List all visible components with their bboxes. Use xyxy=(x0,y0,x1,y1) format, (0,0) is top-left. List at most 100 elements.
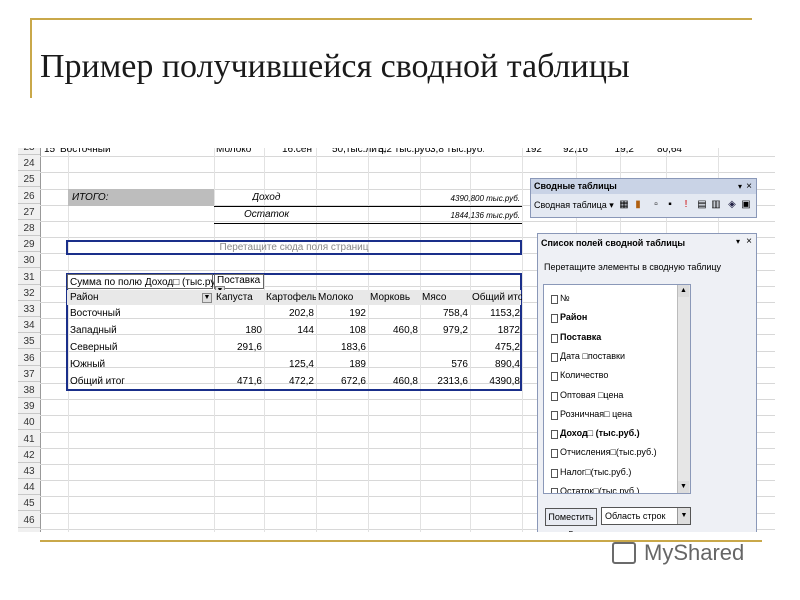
pivot-value-cell[interactable]: 1872 xyxy=(470,323,522,338)
cell-v4[interactable]: 80,64 xyxy=(636,148,684,157)
field-list-scrollbar[interactable]: ▲ ▼ xyxy=(677,285,690,493)
pivot-value-cell[interactable] xyxy=(214,306,264,321)
income-value[interactable]: 4390,800 тыс.руб. xyxy=(410,191,522,206)
pivot-row-label[interactable]: Общий итог xyxy=(68,374,208,389)
pivot-value-cell[interactable]: 144 xyxy=(264,323,316,338)
pivot-value-cell[interactable]: 672,6 xyxy=(316,374,368,389)
pivot-value-cell[interactable]: 472,2 xyxy=(264,374,316,389)
row-number[interactable]: 38 xyxy=(18,383,40,398)
row-number[interactable]: 40 xyxy=(18,415,40,431)
pivot-value-cell[interactable]: 475,2 xyxy=(470,340,522,355)
field-list-item[interactable]: Отчисления□(тыс.руб.) xyxy=(551,447,657,459)
pivot-value-cell[interactable] xyxy=(368,340,420,355)
chevron-down-icon[interactable]: ▼ xyxy=(677,508,690,524)
pivot-value-cell[interactable]: 471,6 xyxy=(214,374,264,389)
pivot-row-label[interactable]: Северный xyxy=(68,340,208,355)
pane-close-icon[interactable]: × xyxy=(746,236,752,247)
field-list-item[interactable]: Оптовая □цена xyxy=(550,390,623,401)
cell-num[interactable]: 15 xyxy=(42,148,56,157)
row-number[interactable]: 27 xyxy=(18,205,40,220)
page-field-drop-zone[interactable]: Перетащите сюда поля страниц xyxy=(66,240,522,255)
chart-wizard-icon[interactable]: ▮ xyxy=(631,198,645,212)
field-list-item[interactable]: Район xyxy=(550,312,587,324)
pivot-value-cell[interactable]: 192 xyxy=(316,306,368,321)
cell-v3[interactable]: 19,2 xyxy=(590,148,636,157)
pivot-value-cell[interactable]: 108 xyxy=(316,323,368,338)
field-list-item[interactable]: Остаток□(тыс.руб.) xyxy=(550,486,639,493)
row-number[interactable]: 32 xyxy=(18,286,40,301)
income-label[interactable]: Доход xyxy=(252,190,302,205)
row-number[interactable]: 46 xyxy=(18,513,40,528)
pivot-column-header[interactable]: Общий итог xyxy=(470,290,522,305)
pivot-value-cell[interactable]: 890,4 xyxy=(470,357,522,372)
scroll-up-icon[interactable]: ▲ xyxy=(678,285,689,297)
field-settings-icon[interactable]: ▤ xyxy=(695,198,709,212)
pivot-value-cell[interactable]: 125,4 xyxy=(264,357,316,372)
pivot-value-cell[interactable]: 4390,8 xyxy=(470,374,522,389)
pivot-value-cell[interactable] xyxy=(214,357,264,372)
pivot-value-cell[interactable]: 202,8 xyxy=(264,306,316,321)
scroll-down-icon[interactable]: ▼ xyxy=(678,481,689,493)
pivot-value-cell[interactable]: 460,8 xyxy=(368,323,420,338)
row-number[interactable]: 33 xyxy=(18,302,40,317)
row-number[interactable]: 26 xyxy=(18,189,40,204)
row-number[interactable]: 35 xyxy=(18,334,40,350)
field-list-item[interactable]: № xyxy=(551,293,570,304)
cell-region[interactable]: Восточный xyxy=(58,148,138,157)
row-number[interactable]: 44 xyxy=(18,480,40,496)
row-number[interactable]: 43 xyxy=(18,464,40,479)
row-number[interactable]: 31 xyxy=(18,270,40,285)
pivot-column-header[interactable]: Мясо xyxy=(420,290,470,305)
cell-price1[interactable]: 3,2 тыс.руб. xyxy=(376,148,432,157)
format-report-icon[interactable]: ▦ xyxy=(617,198,631,212)
row-field-dropdown-icon[interactable]: ▼ xyxy=(202,293,212,303)
pane-options-icon[interactable]: ▾ xyxy=(736,237,740,246)
hide-detail-icon[interactable]: ▫ xyxy=(649,198,663,212)
field-list-icon[interactable]: ▣ xyxy=(739,198,753,212)
place-to-button[interactable]: Поместить в xyxy=(545,508,597,532)
area-select[interactable]: Область строк ▼ xyxy=(601,507,691,525)
pivot-row-label[interactable]: Западный xyxy=(68,323,208,338)
pivot-value-cell[interactable] xyxy=(368,357,420,372)
pivot-value-cell[interactable]: 189 xyxy=(316,357,368,372)
row-number[interactable]: 29 xyxy=(18,237,40,253)
row-number[interactable]: 41 xyxy=(18,432,40,447)
pivot-column-header[interactable]: Картофель xyxy=(264,290,316,305)
cell-product[interactable]: Молоко xyxy=(214,148,274,157)
pivot-value-cell[interactable]: 2313,6 xyxy=(420,374,470,389)
show-fields-icon[interactable]: ▥ xyxy=(709,198,723,212)
pivot-table-menu[interactable]: Сводная таблица ▾ xyxy=(534,198,614,212)
show-detail-icon[interactable]: ▪ xyxy=(663,198,677,212)
field-list-item[interactable]: Розничная□ цена xyxy=(550,409,632,420)
pivot-column-header[interactable]: Молоко xyxy=(316,290,368,305)
pivot-value-cell[interactable]: 1153,2 xyxy=(470,306,522,321)
row-number[interactable]: 30 xyxy=(18,253,40,269)
pivot-value-cell[interactable]: 979,2 xyxy=(420,323,470,338)
row-number[interactable]: 28 xyxy=(18,221,40,236)
toolbar-close-icon[interactable]: × xyxy=(746,179,752,194)
pivot-column-header[interactable]: Морковь xyxy=(368,290,420,305)
field-list-item[interactable]: Налог□(тыс.руб.) xyxy=(550,467,631,478)
row-number[interactable]: 23 xyxy=(18,148,40,155)
pivot-value-cell[interactable]: 758,4 xyxy=(420,306,470,321)
row-number[interactable]: 34 xyxy=(18,318,40,334)
pivot-value-cell[interactable]: 576 xyxy=(420,357,470,372)
row-number[interactable]: 37 xyxy=(18,367,40,382)
pivot-toolbar-title[interactable]: Сводные таблицы xyxy=(531,179,756,194)
pivot-row-label[interactable]: Восточный xyxy=(68,306,208,321)
cell-v2[interactable]: 92,16 xyxy=(544,148,590,157)
rest-label[interactable]: Остаток xyxy=(244,207,304,222)
column-field-button[interactable]: Поставка ▼ xyxy=(214,274,264,297)
pivot-value-cell[interactable]: 180 xyxy=(214,323,264,338)
refresh-icon[interactable]: ! xyxy=(679,198,693,212)
pivot-value-cell[interactable] xyxy=(264,340,316,355)
row-number[interactable]: 42 xyxy=(18,448,40,463)
cell-price2[interactable]: 3,8 тыс.руб. xyxy=(428,148,484,157)
cell-date[interactable]: 16.сен xyxy=(280,148,330,157)
row-number[interactable]: 24 xyxy=(18,156,40,172)
rest-value[interactable]: 1844,136 тыс.руб. xyxy=(410,208,522,223)
row-field-label[interactable]: Район xyxy=(68,290,198,305)
field-list-item[interactable]: Количество xyxy=(550,370,608,382)
row-number[interactable]: 25 xyxy=(18,172,40,188)
options-icon[interactable]: ◈ xyxy=(725,198,739,212)
